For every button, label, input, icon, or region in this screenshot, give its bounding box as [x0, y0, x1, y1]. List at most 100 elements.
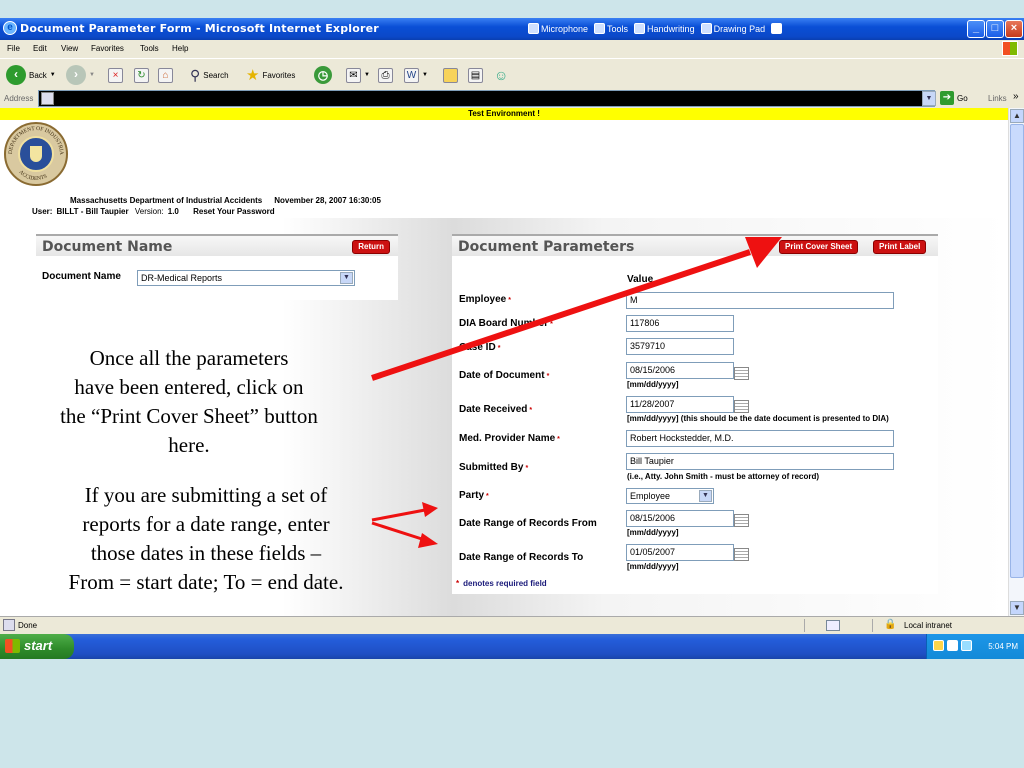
user-info: User: BILLT - Bill Taupier Version: 1.0 Re…	[32, 207, 279, 216]
submitted-by-hint: (i.e., Atty. John Smith - must be attorn…	[627, 472, 820, 481]
date-received-hint: [mm/dd/yyyy] (this should be the date do…	[627, 414, 889, 423]
links-button[interactable]: Links	[988, 94, 1007, 103]
menu-edit[interactable]: Edit	[33, 44, 47, 53]
help-lang-button[interactable]	[771, 23, 783, 34]
drawing-pad-button[interactable]: Drawing Pad	[700, 23, 765, 34]
med-provider-name-label-text: Med. Provider Name	[459, 433, 556, 444]
environment-banner: Test Environment !	[0, 108, 1008, 120]
forward-arrow-icon: ›	[66, 65, 86, 85]
calendar-icon[interactable]	[734, 400, 749, 413]
required-mark: *	[529, 407, 533, 414]
note1-line3: the “Print Cover Sheet” button	[60, 404, 318, 428]
dia-board-number-field[interactable]: 117806	[626, 315, 734, 332]
research-button[interactable]: ▤	[468, 64, 483, 86]
chevron-down-icon: ▼	[340, 272, 353, 284]
date-received-field[interactable]: 11/28/2007	[626, 396, 734, 413]
microphone-label: Microphone	[541, 23, 589, 34]
menu-favorites[interactable]: Favorites	[91, 44, 124, 53]
handwriting-label: Handwriting	[647, 23, 695, 34]
favorites-button[interactable]: ★ Favorites	[246, 64, 295, 86]
date-received-label-text: Date Received	[459, 404, 528, 415]
refresh-button[interactable]: ↻	[134, 64, 149, 86]
scroll-up-icon[interactable]: ▲	[1010, 109, 1024, 123]
folder-button[interactable]	[443, 64, 458, 86]
print-button[interactable]: ⎙	[378, 64, 393, 86]
chevron-down-icon: ▼	[699, 490, 712, 502]
party-value: Employee	[630, 491, 671, 501]
header-info: Massachusetts Department of Industrial A…	[70, 196, 393, 205]
date-of-document-value: 08/15/2006	[630, 365, 676, 375]
required-mark: *	[456, 579, 460, 588]
home-button[interactable]: ⌂	[158, 64, 173, 86]
vertical-scrollbar[interactable]: ▲ ▼	[1008, 108, 1024, 616]
maximize-button[interactable]: □	[986, 20, 1004, 38]
med-provider-name-value: Robert Hockstedder, M.D.	[630, 433, 734, 443]
back-button[interactable]: ‹ Back ▼	[6, 64, 56, 86]
required-mark: *	[525, 465, 529, 472]
calendar-icon[interactable]	[734, 367, 749, 380]
case-id-field[interactable]: 3579710	[626, 338, 734, 355]
tray-wireless-icon[interactable]	[961, 640, 972, 651]
reset-password-link[interactable]: Reset Your Password	[193, 207, 275, 216]
date-range-to-field[interactable]: 01/05/2007	[626, 544, 734, 561]
return-button[interactable]: Return	[352, 240, 390, 254]
taskbar: start 5:04 PM	[0, 634, 1024, 659]
windows-flag-icon	[5, 639, 20, 653]
mail-button[interactable]: ✉ ▼	[346, 64, 370, 86]
required-field-note: * denotes required field	[456, 579, 547, 588]
scroll-down-icon[interactable]: ▼	[1010, 601, 1024, 615]
party-select[interactable]: Employee ▼	[626, 488, 714, 504]
home-icon: ⌂	[158, 67, 173, 83]
employee-field[interactable]: M	[626, 292, 894, 309]
page-status-icon	[3, 619, 15, 631]
handwriting-button[interactable]: Handwriting	[634, 23, 695, 34]
forward-dropdown-icon: ▼	[89, 72, 95, 78]
menu-tools[interactable]: Tools	[140, 44, 159, 53]
submitted-by-field[interactable]: Bill Taupier	[626, 453, 894, 470]
med-provider-name-field[interactable]: Robert Hockstedder, M.D.	[626, 430, 894, 447]
messenger-button[interactable]: ☺	[494, 64, 508, 86]
date-of-document-field[interactable]: 08/15/2006	[626, 362, 734, 379]
go-arrow-icon: ➔	[940, 91, 954, 105]
address-dropdown-icon[interactable]: ▼	[922, 91, 936, 106]
menu-view[interactable]: View	[61, 44, 78, 53]
microphone-button[interactable]: Microphone	[528, 23, 588, 34]
stop-icon: ×	[108, 67, 123, 83]
date-range-from-value: 08/15/2006	[630, 513, 676, 523]
tools-lang-button[interactable]: Tools	[594, 23, 628, 34]
go-button[interactable]: ➔ Go	[940, 91, 968, 105]
submitted-by-label-text: Submitted By	[459, 462, 524, 473]
date-received-value: 11/28/2007	[630, 399, 675, 409]
document-name-select[interactable]: DR-Medical Reports ▼	[137, 270, 355, 286]
title-bar: e Document Parameter Form - Microsoft In…	[0, 18, 1024, 40]
search-button[interactable]: ⚲ Search	[190, 64, 229, 86]
tray-mail-icon[interactable]	[933, 640, 944, 651]
date-range-from-label: Date Range of Records From	[459, 518, 597, 529]
start-button[interactable]: start	[0, 634, 74, 659]
history-button[interactable]: ◷	[314, 64, 332, 86]
word-icon: W	[404, 67, 419, 83]
language-bar: Microphone Tools Handwriting Drawing Pad	[528, 20, 783, 37]
chevron-right-icon[interactable]: »	[1013, 91, 1019, 102]
back-arrow-icon: ‹	[6, 65, 26, 85]
print-cover-sheet-button[interactable]: Print Cover Sheet	[779, 240, 859, 254]
edit-dropdown-icon: ▼	[422, 72, 428, 78]
scroll-thumb[interactable]	[1010, 124, 1024, 578]
address-input[interactable]	[38, 90, 935, 107]
note1-line1: Once all the parameters	[89, 346, 289, 370]
stop-button[interactable]: ×	[108, 64, 123, 86]
close-button[interactable]: ×	[1005, 20, 1023, 38]
forward-button[interactable]: › ▼	[66, 64, 95, 86]
print-label-button[interactable]: Print Label	[873, 240, 927, 254]
calendar-icon[interactable]	[734, 514, 749, 527]
tray-network-icon[interactable]	[947, 640, 958, 651]
date-range-from-field[interactable]: 08/15/2006	[626, 510, 734, 527]
menu-file[interactable]: File	[7, 44, 20, 53]
research-icon: ▤	[468, 67, 483, 83]
svg-text:DEPARTMENT OF INDUSTRIAL: DEPARTMENT OF INDUSTRIAL	[4, 122, 64, 155]
edit-button[interactable]: W ▼	[404, 64, 428, 86]
calendar-icon[interactable]	[734, 548, 749, 561]
security-zone-label: Local intranet	[904, 621, 953, 630]
menu-help[interactable]: Help	[172, 44, 188, 53]
minimize-button[interactable]: _	[967, 20, 985, 38]
